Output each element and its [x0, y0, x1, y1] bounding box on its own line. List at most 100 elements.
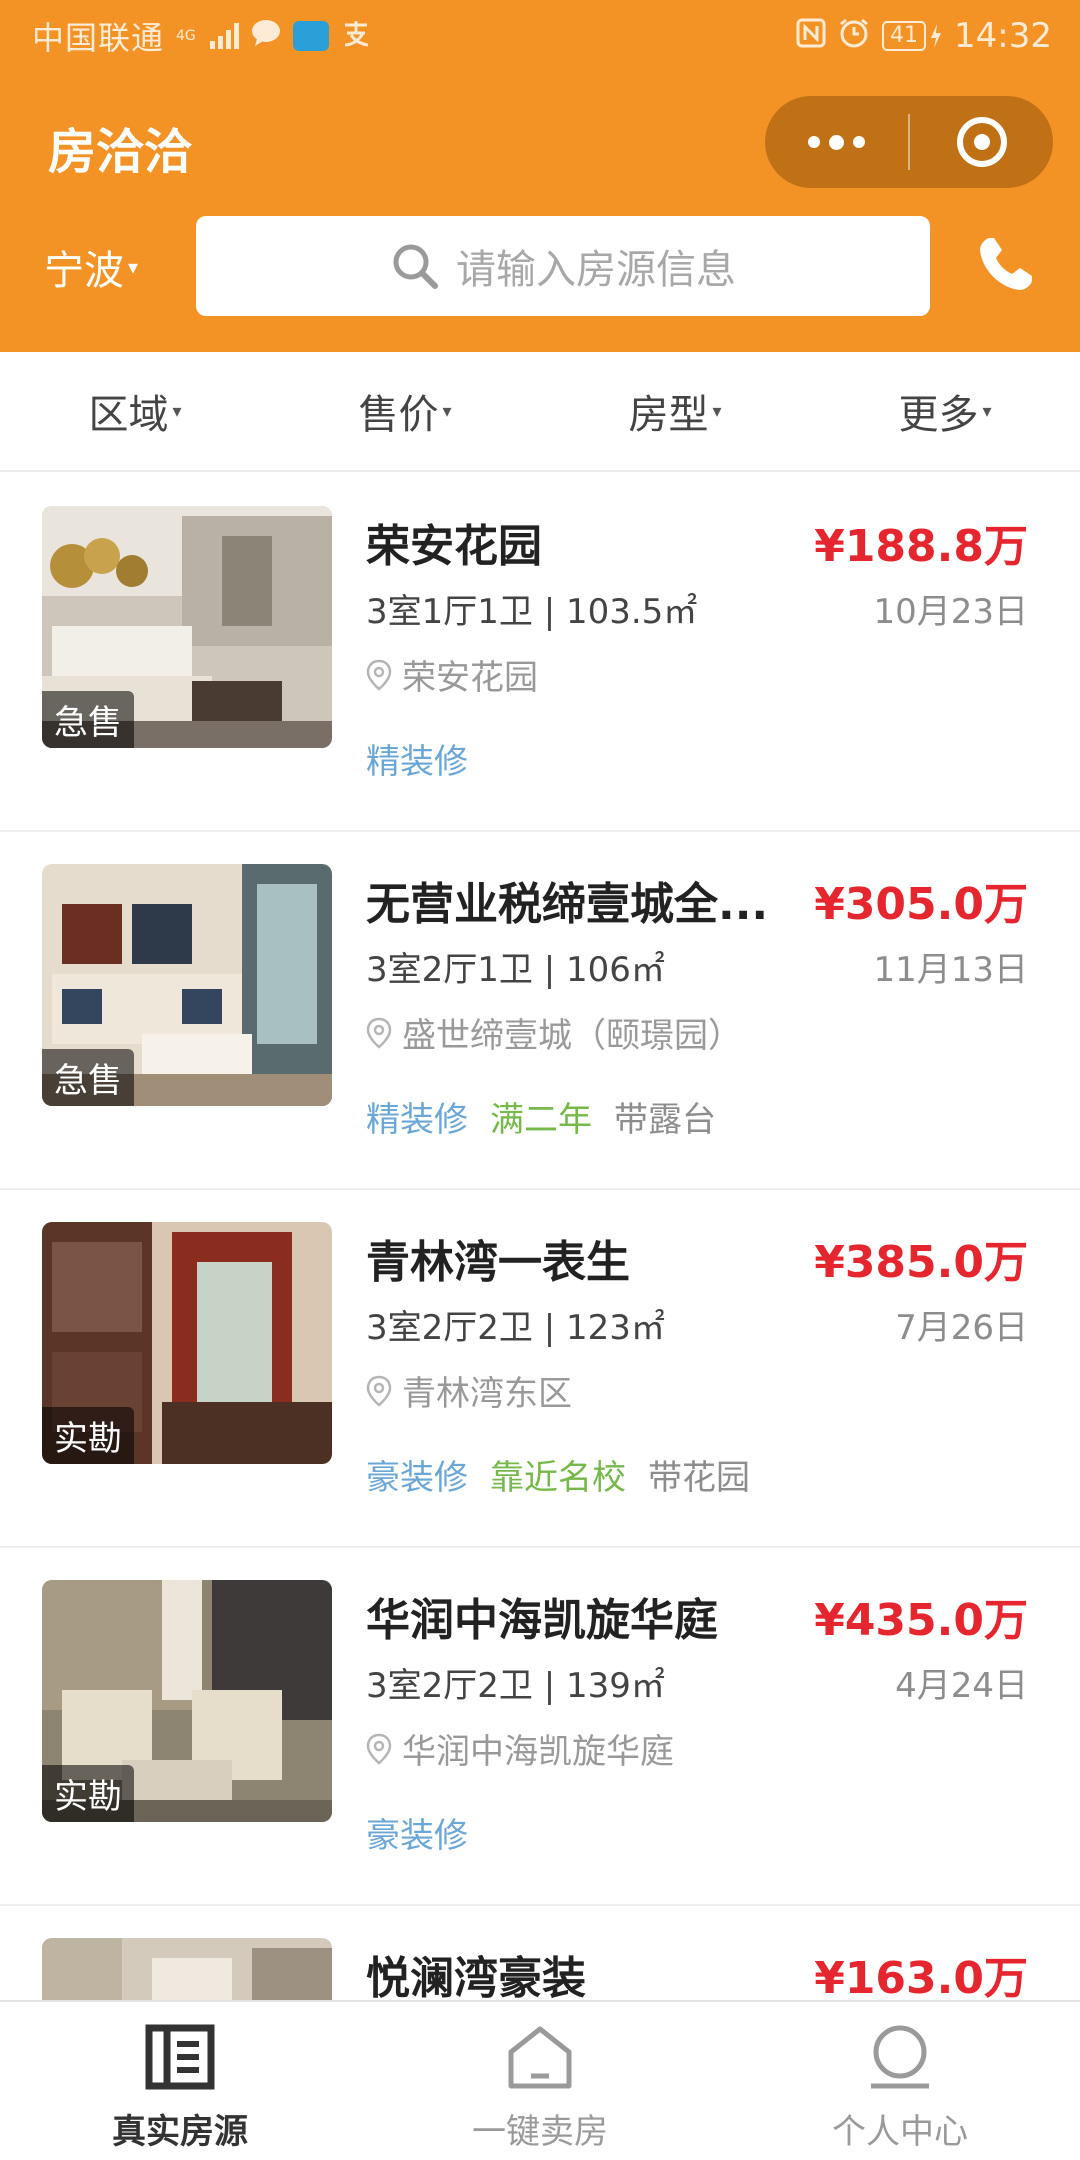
- filter-more[interactable]: 更多 ▾: [810, 352, 1080, 470]
- listing-photo: 急售: [42, 506, 332, 748]
- listing-date: 4月24日: [895, 1666, 1028, 1706]
- listing-icon: [145, 2024, 215, 2090]
- tab-label: 个人中心: [832, 2112, 968, 2152]
- listing-photo: 急售: [42, 864, 332, 1106]
- listing-badge: 实勘: [42, 1765, 134, 1822]
- listing-photo: [42, 1938, 332, 2000]
- listing-card[interactable]: 实勘 青林湾一表生 ¥385.0万 3室2厅2卫 | 123㎡ 7月26日 青林…: [0, 1190, 1080, 1548]
- listing-card[interactable]: 实勘 华润中海凯旋华庭 ¥435.0万 3室2厅2卫 | 139㎡ 4月24日 …: [0, 1548, 1080, 1906]
- signal-icon: [209, 23, 239, 49]
- listing-specs: 3室2厅2卫 | 123㎡: [366, 1308, 665, 1348]
- bottom-tab-bar: 真实房源 一键卖房 个人中心: [0, 2000, 1080, 2160]
- listing-date: 11月13日: [873, 950, 1028, 990]
- status-right: 41 14:32: [796, 16, 1052, 56]
- caret-down-icon: ▾: [712, 400, 722, 422]
- listing-address: 华润中海凯旋华庭: [366, 1724, 674, 1773]
- listing-tags: 豪装修 靠近名校 带花园: [366, 1450, 750, 1499]
- app-title: 房洽洽: [48, 124, 193, 180]
- caret-down-icon: ▾: [128, 255, 139, 279]
- battery-level: 41: [882, 21, 927, 51]
- status-left: 中国联通 4G: [32, 13, 371, 59]
- filter-district[interactable]: 区域 ▾: [0, 352, 270, 470]
- filter-label: 售价: [358, 392, 439, 438]
- network-type: 4G: [176, 29, 196, 43]
- tab-label: 一键卖房: [472, 2112, 608, 2152]
- listing-photo: 实勘: [42, 1222, 332, 1464]
- listing-tags: 精装修: [366, 734, 468, 783]
- listing-card[interactable]: 急售 荣安花园 ¥188.8万 3室1厅1卫 | 103.5㎡ 10月23日 荣…: [0, 474, 1080, 832]
- listing-tag: 带露台: [614, 1100, 716, 1140]
- tab-listings[interactable]: 真实房源: [0, 2002, 360, 2160]
- status-bar: 中国联通 4G 41 14:32: [0, 0, 1080, 72]
- listing-specs: 3室2厅1卫 | 106㎡: [366, 950, 665, 990]
- listing-tags: 精装修 满二年 带露台: [366, 1092, 716, 1141]
- chat-bubble-icon: [251, 19, 281, 54]
- listing-date: 10月23日: [873, 592, 1028, 632]
- listing-price: ¥188.8万: [814, 521, 1028, 572]
- tab-profile[interactable]: 个人中心: [720, 2002, 1080, 2160]
- alipay-icon: [341, 19, 371, 54]
- listing-address-text: 荣安花园: [402, 658, 538, 698]
- more-dot-icon: [808, 136, 820, 148]
- listing-title: 荣安花园: [366, 521, 542, 572]
- listing-title: 华润中海凯旋华庭: [366, 1595, 718, 1646]
- listing-address: 青林湾东区: [366, 1366, 572, 1415]
- phone-button[interactable]: [966, 224, 1046, 304]
- listing-badge: 急售: [42, 1049, 134, 1106]
- close-miniprogram-button[interactable]: [910, 96, 1053, 188]
- listing-tag: 靠近名校: [490, 1458, 626, 1498]
- listing-card[interactable]: 悦澜湾豪装 ¥163.0万: [0, 1906, 1080, 2000]
- listing-badge: 实勘: [42, 1407, 134, 1464]
- filter-layout[interactable]: 房型 ▾: [540, 352, 810, 470]
- filter-bar: 区域 ▾ 售价 ▾ 房型 ▾ 更多 ▾: [0, 352, 1080, 472]
- listing-tags: 豪装修: [366, 1808, 468, 1857]
- listing-price: ¥305.0万: [814, 879, 1028, 930]
- filter-label: 更多: [898, 392, 979, 438]
- caret-down-icon: ▾: [172, 400, 182, 422]
- caret-down-icon: ▾: [982, 400, 992, 422]
- more-options-button[interactable]: [765, 96, 908, 188]
- listing-address-text: 青林湾东区: [402, 1374, 572, 1414]
- listing-specs: 3室2厅2卫 | 139㎡: [366, 1666, 665, 1706]
- listing-badge: 急售: [42, 691, 134, 748]
- house-icon: [508, 2026, 572, 2089]
- person-icon: [871, 2025, 929, 2089]
- listing-tag: 满二年: [490, 1100, 592, 1140]
- listing-price: ¥385.0万: [814, 1237, 1028, 1288]
- search-icon: [393, 244, 438, 289]
- listing-price: ¥435.0万: [814, 1595, 1028, 1646]
- city-selector[interactable]: 宁波 ▾: [44, 238, 138, 296]
- listing-address: 盛世缔壹城（颐璟园）: [366, 1008, 742, 1057]
- city-label: 宁波: [44, 248, 124, 294]
- location-pin-icon: [366, 1375, 392, 1407]
- listing-specs: 3室1厅1卫 | 103.5㎡: [366, 592, 698, 632]
- location-pin-icon: [366, 659, 392, 691]
- listing-tag: 精装修: [366, 1100, 468, 1140]
- listing-card[interactable]: 急售 无营业税缔壹城全... ¥305.0万 3室2厅1卫 | 106㎡ 11月…: [0, 832, 1080, 1190]
- listing-tag: 精装修: [366, 742, 468, 782]
- caret-down-icon: ▾: [442, 400, 452, 422]
- listing-address-text: 华润中海凯旋华庭: [402, 1732, 674, 1772]
- tab-sell-house[interactable]: 一键卖房: [360, 2002, 720, 2160]
- listing-address: 荣安花园: [366, 650, 538, 699]
- search-input[interactable]: 请输入房源信息: [196, 216, 930, 316]
- listing-title: 悦澜湾豪装: [366, 1953, 586, 2000]
- filter-price[interactable]: 售价 ▾: [270, 352, 540, 470]
- listing-title: 青林湾一表生: [366, 1237, 630, 1288]
- network-type-label: 4G: [176, 28, 196, 44]
- filter-label: 区域: [88, 392, 169, 438]
- alarm-icon: [838, 17, 870, 56]
- app-header: 房洽洽 宁波 ▾ 请输入房源信息: [0, 72, 1080, 352]
- miniprogram-capsule: [765, 96, 1053, 188]
- app-notification-icon: [292, 21, 329, 51]
- phone-icon: [980, 238, 1032, 290]
- listing-date: 7月26日: [895, 1308, 1028, 1348]
- target-icon: [956, 117, 1007, 167]
- listing-photo: 实勘: [42, 1580, 332, 1822]
- location-pin-icon: [366, 1733, 392, 1765]
- tab-label: 真实房源: [112, 2112, 248, 2152]
- listing-tag: 带花园: [648, 1458, 750, 1498]
- more-dot-icon: [853, 136, 865, 148]
- clock: 14:32: [954, 16, 1052, 56]
- carrier-name: 中国联通: [32, 19, 165, 57]
